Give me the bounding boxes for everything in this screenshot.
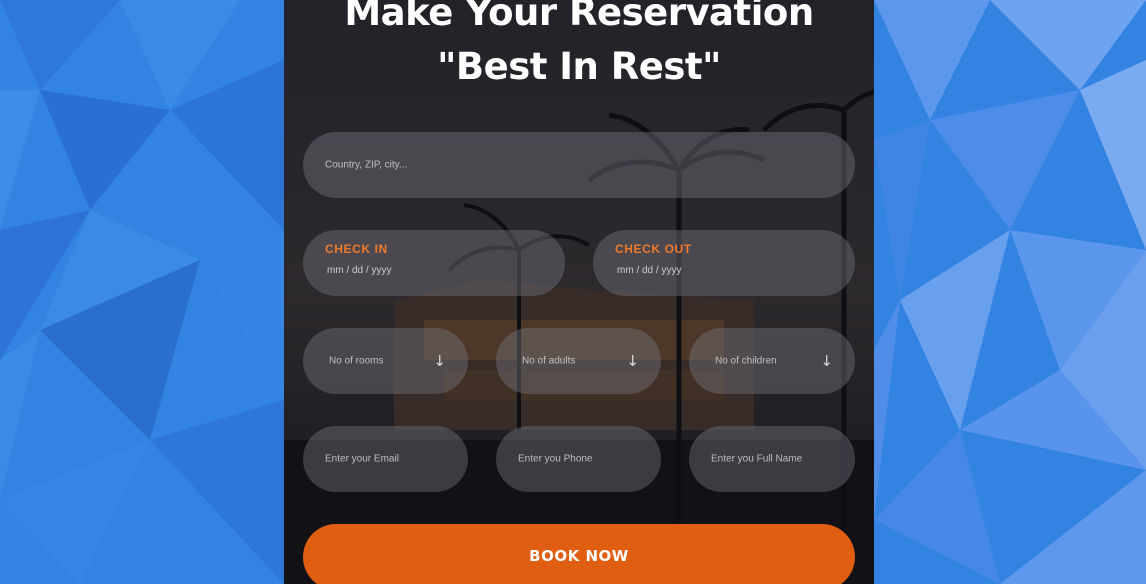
adults-select-label: No of adults xyxy=(522,355,576,367)
check-in-label: CHECK IN xyxy=(325,242,388,256)
check-in-field[interactable]: CHECK IN mm / dd / yyyy xyxy=(303,230,565,296)
arrow-down-icon: ↓ xyxy=(820,352,833,370)
check-out-date-placeholder: mm / dd / yyyy xyxy=(617,265,682,276)
check-out-label: CHECK OUT xyxy=(615,242,692,256)
email-field[interactable]: Enter your Email xyxy=(303,426,468,492)
check-in-date-placeholder: mm / dd / yyyy xyxy=(327,265,392,276)
check-out-field[interactable]: CHECK OUT mm / dd / yyyy xyxy=(593,230,855,296)
rooms-select[interactable]: No of rooms ↓ xyxy=(303,328,468,394)
book-now-button[interactable]: BOOK NOW xyxy=(303,524,855,584)
phone-field[interactable]: Enter you Phone xyxy=(496,426,661,492)
location-search-input[interactable]: Country, ZIP, city... xyxy=(303,132,855,198)
adults-select[interactable]: No of adults ↓ xyxy=(496,328,661,394)
email-placeholder: Enter your Email xyxy=(325,453,399,465)
full-name-placeholder: Enter you Full Name xyxy=(711,453,803,465)
rooms-select-label: No of rooms xyxy=(329,355,384,367)
arrow-down-icon: ↓ xyxy=(433,352,446,370)
page-title: Make Your Reservation "Best In Rest" xyxy=(344,0,814,88)
reservation-panel: Make Your Reservation "Best In Rest" Cou… xyxy=(284,0,874,584)
arrow-down-icon: ↓ xyxy=(626,352,639,370)
full-name-field[interactable]: Enter you Full Name xyxy=(689,426,855,492)
location-search-placeholder: Country, ZIP, city... xyxy=(325,159,408,171)
children-select-label: No of children xyxy=(715,355,777,367)
phone-placeholder: Enter you Phone xyxy=(518,453,593,465)
children-select[interactable]: No of children ↓ xyxy=(689,328,855,394)
